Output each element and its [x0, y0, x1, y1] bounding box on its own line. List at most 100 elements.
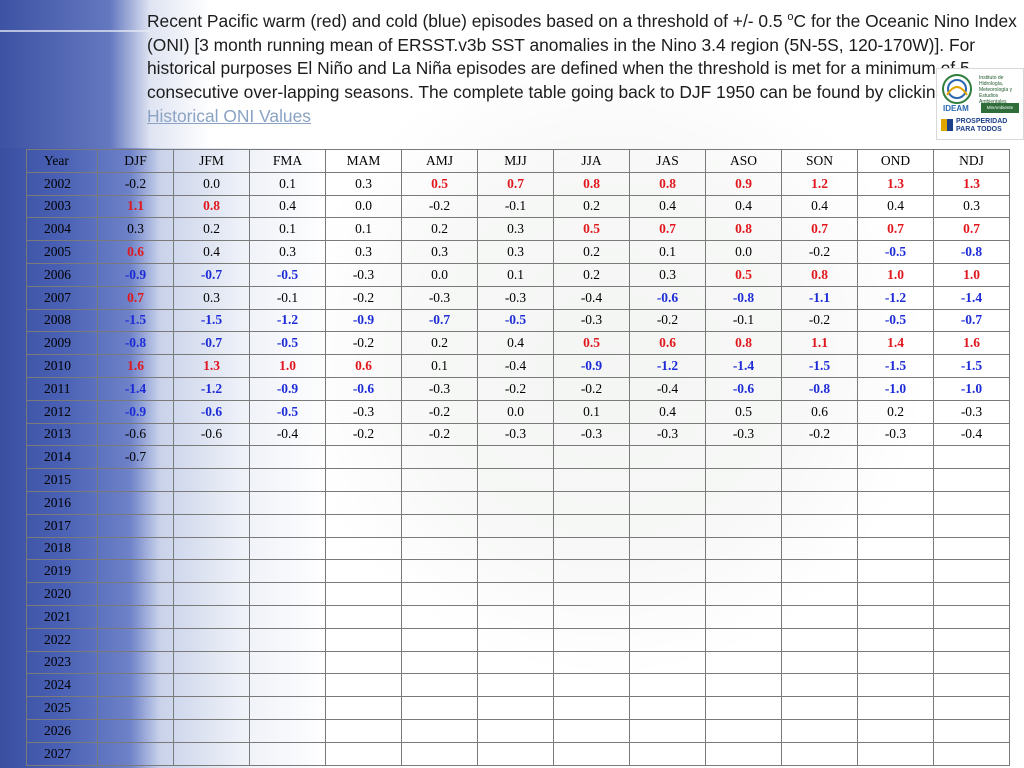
oni-value-cell: 0.2 — [553, 262, 630, 287]
oni-value-cell: 0.7 — [477, 171, 554, 196]
oni-value-cell — [173, 604, 250, 629]
column-header: DJF — [97, 149, 174, 173]
oni-value-cell — [325, 650, 402, 675]
oni-value-cell: 0.7 — [933, 217, 1010, 242]
oni-value-cell: -0.5 — [249, 331, 326, 356]
oni-value-cell: -0.3 — [401, 285, 478, 310]
oni-value-cell: -1.2 — [173, 376, 250, 401]
year-cell: 2020 — [26, 582, 98, 606]
oni-value-cell — [97, 490, 174, 515]
oni-value-cell — [629, 559, 706, 584]
oni-value-cell — [781, 536, 858, 561]
oni-value-cell — [401, 650, 478, 675]
oni-value-cell: -0.4 — [553, 285, 630, 310]
oni-value-cell — [705, 673, 782, 698]
oni-value-cell: -0.4 — [249, 422, 326, 447]
oni-value-cell — [173, 582, 250, 606]
oni-value-cell — [249, 696, 326, 720]
table-row: 2020 — [26, 582, 1010, 606]
year-cell: 2027 — [26, 741, 98, 766]
oni-value-cell: -0.9 — [249, 376, 326, 401]
oni-value-cell — [933, 513, 1010, 538]
oni-value-cell — [857, 650, 934, 675]
oni-value-cell — [553, 445, 630, 470]
oni-value-cell: -1.5 — [97, 308, 174, 333]
oni-value-cell — [553, 604, 630, 629]
column-header: MAM — [325, 149, 402, 173]
oni-value-cell — [325, 490, 402, 515]
oni-value-cell — [781, 513, 858, 538]
oni-value-cell: 0.1 — [553, 399, 630, 424]
year-cell: 2010 — [26, 354, 98, 378]
oni-value-cell: 0.0 — [477, 399, 554, 424]
oni-value-cell: -0.6 — [97, 422, 174, 447]
oni-value-cell: -0.3 — [553, 422, 630, 447]
oni-value-cell — [553, 582, 630, 606]
oni-value-cell: -0.6 — [705, 376, 782, 401]
table-row: 2024 — [26, 673, 1010, 698]
oni-value-cell: -0.5 — [249, 262, 326, 287]
oni-value-cell — [249, 559, 326, 584]
year-cell: 2004 — [26, 217, 98, 242]
oni-value-cell — [857, 559, 934, 584]
oni-value-cell — [705, 490, 782, 515]
table-row: 2017 — [26, 513, 1010, 538]
oni-value-cell: -0.9 — [97, 399, 174, 424]
oni-value-cell: -0.2 — [401, 399, 478, 424]
year-cell: 2023 — [26, 650, 98, 675]
table-row: 2025 — [26, 696, 1010, 720]
oni-value-cell: -0.8 — [705, 285, 782, 310]
oni-value-cell — [173, 696, 250, 720]
oni-value-cell — [401, 741, 478, 766]
year-cell: 2025 — [26, 696, 98, 720]
historical-oni-link[interactable]: Historical ONI Values — [147, 106, 311, 126]
oni-value-cell: 0.2 — [553, 240, 630, 264]
oni-value-cell — [857, 513, 934, 538]
ideam-name: IDEAM — [943, 104, 969, 113]
oni-value-cell: -1.4 — [97, 376, 174, 401]
oni-value-cell — [173, 536, 250, 561]
oni-value-cell: 0.1 — [325, 217, 402, 242]
oni-value-cell: 0.4 — [173, 240, 250, 264]
oni-value-cell — [629, 604, 706, 629]
oni-value-cell: 0.3 — [325, 171, 402, 196]
oni-value-cell: -1.1 — [781, 285, 858, 310]
oni-value-cell: -0.8 — [781, 376, 858, 401]
oni-value-cell — [173, 490, 250, 515]
table-row: 2002 -0.2 0.0 0.1 0.3 0.5 0.7 0.8 0.8 0.9 1.2 1.3 1.… — [26, 171, 1010, 196]
oni-value-cell — [173, 559, 250, 584]
table-row: 2009 -0.8 -0.7 -0.5 -0.2 0.2 0.4 0.5 0.6 0.8 1.1 1.… — [26, 331, 1010, 356]
table-row: 2010 1.6 1.3 1.0 0.6 0.1 -0.4 -0.9 -1.2 -1.4 -1.5-… — [26, 354, 1010, 378]
oni-value-cell: -0.3 — [705, 422, 782, 447]
oni-value-cell — [933, 604, 1010, 629]
oni-value-cell — [629, 673, 706, 698]
oni-value-cell: -0.2 — [325, 331, 402, 356]
oni-value-cell: -0.5 — [857, 240, 934, 264]
oni-value-cell: 0.4 — [857, 194, 934, 219]
oni-value-cell — [477, 718, 554, 743]
oni-value-cell — [553, 741, 630, 766]
column-header: SON — [781, 149, 858, 173]
table-row: 2013 -0.6 -0.6 -0.4 -0.2 -0.2 -0.3 -0.3 -0.3 -0.3… — [26, 422, 1010, 447]
oni-value-cell — [553, 696, 630, 720]
year-cell: 2026 — [26, 718, 98, 743]
oni-value-cell — [705, 445, 782, 470]
year-cell: 2015 — [26, 468, 98, 492]
oni-value-cell: -0.6 — [325, 376, 402, 401]
prosperidad-mark-icon — [941, 119, 953, 131]
oni-value-cell — [325, 468, 402, 492]
year-cell: 2018 — [26, 536, 98, 561]
oni-value-cell — [781, 604, 858, 629]
oni-value-cell — [249, 513, 326, 538]
oni-value-cell: -0.4 — [933, 422, 1010, 447]
oni-value-cell: -0.1 — [705, 308, 782, 333]
oni-value-cell — [857, 582, 934, 606]
oni-value-cell: 0.8 — [705, 217, 782, 242]
oni-value-cell: 0.4 — [477, 331, 554, 356]
oni-value-cell — [97, 673, 174, 698]
table-row: 2016 — [26, 490, 1010, 515]
oni-value-cell: -0.2 — [553, 376, 630, 401]
oni-value-cell — [477, 490, 554, 515]
year-cell: 2009 — [26, 331, 98, 356]
oni-value-cell — [553, 718, 630, 743]
